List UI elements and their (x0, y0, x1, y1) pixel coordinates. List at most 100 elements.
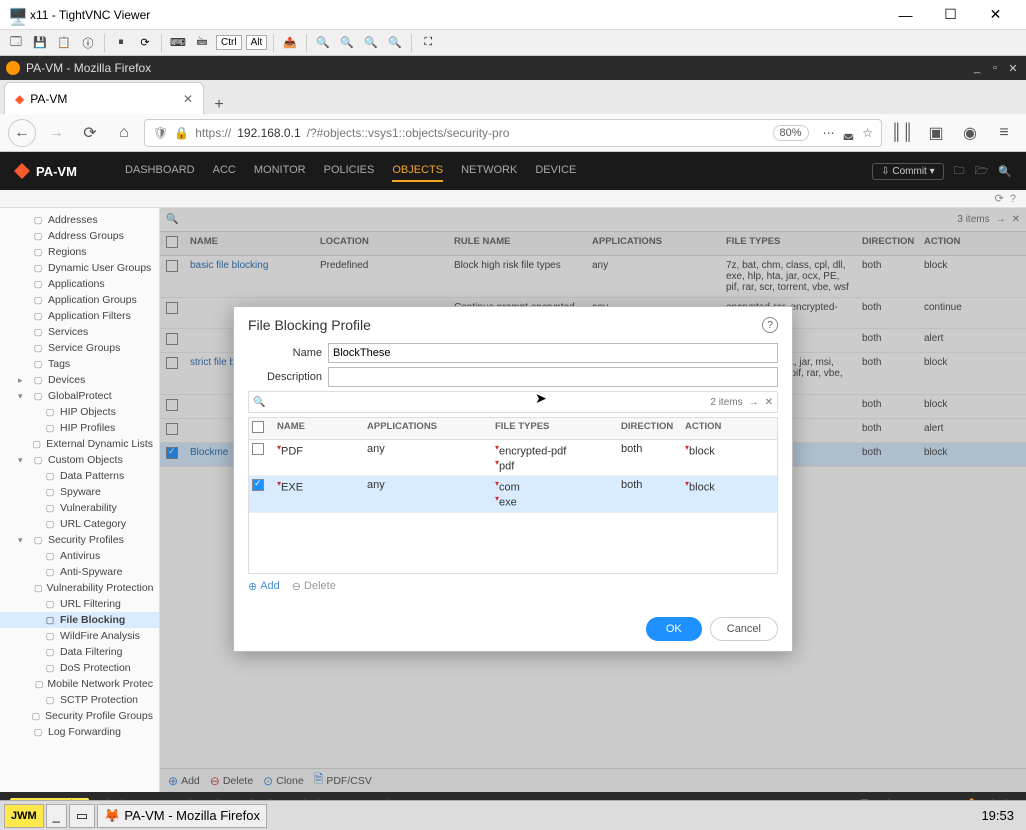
new-tab-button[interactable]: + (204, 96, 234, 114)
sidebar-item-url-category[interactable]: ▢URL Category (0, 516, 159, 532)
sidebar-item-security-profile-groups[interactable]: ▢Security Profile Groups (0, 708, 159, 724)
jwm-menu-button[interactable]: JWM (4, 804, 44, 828)
zoom-indicator[interactable]: 80% (773, 125, 809, 141)
sidebar-item-application-groups[interactable]: ▢Application Groups (0, 292, 159, 308)
dcol-app[interactable]: APPLICATIONS (363, 418, 491, 439)
taskbar-app-firefox[interactable]: 🦊PA-VM - Mozilla Firefox (97, 804, 267, 828)
description-input[interactable] (328, 367, 778, 387)
vnc-zoom100-icon[interactable]: 🔍 (361, 33, 381, 53)
header-search-icon[interactable]: 🔍 (998, 165, 1012, 178)
row-checkbox[interactable] (252, 479, 264, 491)
search-icon[interactable]: 🔍 (253, 397, 265, 408)
nav-item-policies[interactable]: POLICIES (324, 160, 375, 182)
url-bar[interactable]: 🛡 🔒 https://192.168.0.1/?#objects::vsys1… (144, 119, 882, 147)
vnc-zoomout-icon[interactable]: 🔍 (337, 33, 357, 53)
help-icon[interactable]: ? (1010, 193, 1016, 205)
sidebar-item-dynamic-user-groups[interactable]: ▢Dynamic User Groups (0, 260, 159, 276)
taskbar-windows-button[interactable]: ▭ (69, 804, 95, 828)
sidebar-item-anti-spyware[interactable]: ▢Anti-Spyware (0, 564, 159, 580)
vnc-new-conn-icon[interactable]: 🗔 (6, 33, 26, 53)
sidebar-item-data-filtering[interactable]: ▢Data Filtering (0, 644, 159, 660)
clear-icon[interactable]: ✕ (765, 397, 773, 408)
header-config-icon[interactable]: 🗁 (975, 162, 989, 181)
nav-item-network[interactable]: NETWORK (461, 160, 517, 182)
arrow-right-icon[interactable]: → (749, 397, 759, 408)
dcol-dir[interactable]: DIRECTION (617, 418, 681, 439)
firefox-maximize-button[interactable]: ▫ (988, 61, 1002, 75)
commit-button[interactable]: ⇩ Commit ▾ (872, 163, 943, 180)
refresh-icon[interactable]: ⟳ (995, 192, 1004, 205)
pa-sidebar[interactable]: ▢Addresses▢Address Groups▢Regions▢Dynami… (0, 208, 160, 792)
sidebar-item-applications[interactable]: ▢Applications (0, 276, 159, 292)
sidebar-item-external-dynamic-lists[interactable]: ▢External Dynamic Lists (0, 436, 159, 452)
sidebar-item-data-patterns[interactable]: ▢Data Patterns (0, 468, 159, 484)
firefox-close-button[interactable]: ✕ (1006, 61, 1020, 75)
dcol-act[interactable]: ACTION (681, 418, 769, 439)
browser-tab[interactable]: ◆ PA-VM ✕ (4, 82, 204, 114)
vnc-cad-icon[interactable]: ⌨ (168, 33, 188, 53)
show-desktop-button[interactable]: _ (46, 804, 67, 828)
vnc-zoomauto-icon[interactable]: 🔍 (385, 33, 405, 53)
sidebar-item-wildfire-analysis[interactable]: ▢WildFire Analysis (0, 628, 159, 644)
sidebar-item-sctp-protection[interactable]: ▢SCTP Protection (0, 692, 159, 708)
dialog-help-icon[interactable]: ? (762, 317, 778, 333)
reader-badge-icon[interactable]: ◛ (843, 126, 855, 140)
home-button[interactable]: ⌂ (110, 119, 138, 147)
vnc-refresh-icon[interactable]: ⟳ (135, 33, 155, 53)
vnc-alt-key[interactable]: Alt (246, 35, 268, 50)
dcol-ft[interactable]: FILE TYPES (491, 418, 617, 439)
sidebar-item-log-forwarding[interactable]: ▢Log Forwarding (0, 724, 159, 740)
bookmark-star-icon[interactable]: ☆ (862, 126, 873, 140)
sidebar-item-vulnerability-protection[interactable]: ▢Vulnerability Protection (0, 580, 159, 596)
dialog-select-all-checkbox[interactable] (252, 421, 264, 433)
vnc-fullscreen-icon[interactable]: ⛶ (418, 33, 438, 53)
row-checkbox[interactable] (252, 443, 264, 455)
dialog-add-button[interactable]: ⊕Add (248, 580, 280, 593)
sidebar-item-address-groups[interactable]: ▢Address Groups (0, 228, 159, 244)
account-icon[interactable]: ◉ (956, 119, 984, 147)
sidebar-item-antivirus[interactable]: ▢Antivirus (0, 548, 159, 564)
sidebar-item-globalprotect[interactable]: ▾▢GlobalProtect (0, 388, 159, 404)
menu-icon[interactable]: ≡ (990, 119, 1018, 147)
ok-button[interactable]: OK (646, 617, 702, 641)
vnc-ctrlesc-icon[interactable]: 🖮 (192, 33, 212, 53)
vnc-ctrl-key[interactable]: Ctrl (216, 35, 242, 50)
nav-item-dashboard[interactable]: DASHBOARD (125, 160, 195, 182)
dialog-table-row[interactable]: ▾PDFany▾encrypted-pdf▾pdfboth▾block (249, 440, 777, 476)
vnc-zoomin-icon[interactable]: 🔍 (313, 33, 333, 53)
sidebar-item-security-profiles[interactable]: ▾▢Security Profiles (0, 532, 159, 548)
library-icon[interactable]: ║║ (888, 119, 916, 147)
sidebar-item-mobile-network-protec[interactable]: ▢Mobile Network Protec (0, 676, 159, 692)
sidebar-item-custom-objects[interactable]: ▾▢Custom Objects (0, 452, 159, 468)
nav-item-objects[interactable]: OBJECTS (392, 160, 443, 182)
vnc-transfer-icon[interactable]: 📤 (280, 33, 300, 53)
tab-close-icon[interactable]: ✕ (183, 92, 193, 106)
sidebar-icon[interactable]: ▣ (922, 119, 950, 147)
vnc-pause-icon[interactable]: ⏸ (111, 33, 131, 53)
sidebar-item-spyware[interactable]: ▢Spyware (0, 484, 159, 500)
vnc-info-icon[interactable]: ⓘ (78, 33, 98, 53)
nav-item-device[interactable]: DEVICE (535, 160, 576, 182)
header-folder-icon[interactable]: 🗀 (954, 162, 965, 181)
cancel-button[interactable]: Cancel (710, 617, 778, 641)
vnc-options-icon[interactable]: 📋 (54, 33, 74, 53)
window-maximize-button[interactable]: ☐ (928, 1, 973, 29)
back-button[interactable]: ← (8, 119, 36, 147)
dialog-delete-button[interactable]: ⊖Delete (292, 580, 336, 593)
firefox-minimize-button[interactable]: _ (970, 61, 984, 75)
sidebar-item-hip-objects[interactable]: ▢HIP Objects (0, 404, 159, 420)
sidebar-item-application-filters[interactable]: ▢Application Filters (0, 308, 159, 324)
sidebar-item-addresses[interactable]: ▢Addresses (0, 212, 159, 228)
sidebar-item-service-groups[interactable]: ▢Service Groups (0, 340, 159, 356)
sidebar-item-dos-protection[interactable]: ▢DoS Protection (0, 660, 159, 676)
name-input[interactable] (328, 343, 778, 363)
sidebar-item-services[interactable]: ▢Services (0, 324, 159, 340)
sidebar-item-tags[interactable]: ▢Tags (0, 356, 159, 372)
dialog-table-row[interactable]: ▾EXEany▾com▾exeboth▾block (249, 476, 777, 512)
sidebar-item-vulnerability[interactable]: ▢Vulnerability (0, 500, 159, 516)
nav-item-acc[interactable]: ACC (213, 160, 236, 182)
reload-button[interactable]: ⟳ (76, 119, 104, 147)
nav-item-monitor[interactable]: MONITOR (254, 160, 306, 182)
sidebar-item-hip-profiles[interactable]: ▢HIP Profiles (0, 420, 159, 436)
sidebar-item-regions[interactable]: ▢Regions (0, 244, 159, 260)
